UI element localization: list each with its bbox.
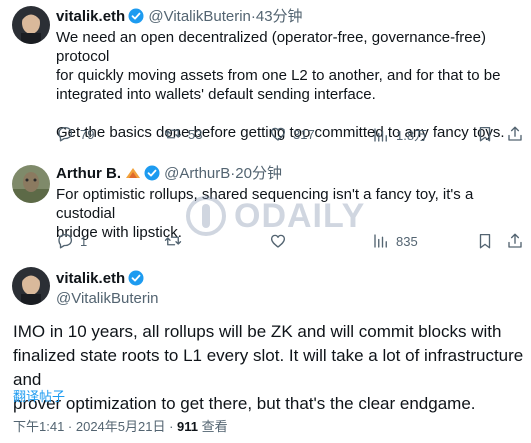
reply-icon xyxy=(56,232,74,250)
verified-badge-icon xyxy=(144,165,160,186)
bookmark-icon xyxy=(476,232,494,250)
main-tweet-text-line: prover optimization to get there, but th… xyxy=(13,394,476,413)
bookmark-icon xyxy=(476,125,494,143)
author-handle[interactable]: @ArthurB xyxy=(164,165,230,182)
bookmark-button[interactable] xyxy=(476,232,494,250)
share-icon xyxy=(506,125,524,143)
reply-button[interactable]: 79 xyxy=(56,125,94,143)
tweet-time[interactable]: 43分钟 xyxy=(256,8,303,25)
like-button[interactable]: 317 xyxy=(269,125,315,143)
main-tweet-name: vitalik.eth xyxy=(56,270,144,291)
reply-count: 1 xyxy=(80,233,88,249)
tweet-header: Arthur B. @ArthurB·20分钟 xyxy=(56,165,282,186)
avatar-vitalik[interactable] xyxy=(12,267,50,305)
views-button[interactable]: 835 xyxy=(372,232,418,250)
views-icon xyxy=(372,232,390,250)
tweet-header: vitalik.eth @VitalikButerin·43分钟 xyxy=(56,8,303,29)
reply-icon xyxy=(56,125,74,143)
tweet-text-line: We need an open decentralized (operator-… xyxy=(56,29,486,65)
main-tweet-text-line: IMO in 10 years, all rollups will be ZK … xyxy=(13,322,502,341)
translate-post-link[interactable]: 翻译帖子 xyxy=(13,386,65,405)
main-tweet-views-label: 查看 xyxy=(198,419,228,434)
tweet-text-line: for quickly moving assets from one L2 to… xyxy=(56,67,501,84)
views-button[interactable]: 1.8万 xyxy=(372,125,427,144)
emoji-icon xyxy=(125,166,141,185)
main-tweet-text: IMO in 10 years, all rollups will be ZK … xyxy=(13,320,525,416)
bookmark-button[interactable] xyxy=(476,125,494,143)
main-tweet-timestamp[interactable]: 下午1:41 · 2024年5月21日 · xyxy=(13,419,177,434)
retweet-icon xyxy=(164,125,182,143)
tweet-text-line: integrated into wallets' default sending… xyxy=(56,86,376,103)
reply-button[interactable]: 1 xyxy=(56,232,87,250)
main-tweet-views-count: 911 xyxy=(177,419,199,434)
reply-count: 79 xyxy=(80,126,95,142)
watermark-logo: ODAILY xyxy=(186,196,365,236)
watermark-text: ODAILY xyxy=(234,196,366,235)
tweet-1[interactable]: vitalik.eth @VitalikButerin·43分钟 We need… xyxy=(0,0,531,150)
like-count: 317 xyxy=(293,126,315,142)
tweet-actions: 79 53 317 1.8万 xyxy=(56,125,524,145)
main-tweet-handle: @VitalikButerin xyxy=(56,290,159,308)
author-name[interactable]: vitalik.eth xyxy=(56,270,125,287)
views-count: 1.8万 xyxy=(396,128,428,143)
main-tweet-text-line: finalized state roots to L1 every slot. … xyxy=(13,346,524,389)
share-button[interactable] xyxy=(506,232,524,250)
author-name[interactable]: Arthur B. xyxy=(56,165,121,182)
views-count: 835 xyxy=(396,233,418,249)
verified-badge-icon xyxy=(128,270,144,291)
main-tweet-meta: 下午1:41 · 2024年5月21日 · 911 查看 xyxy=(13,416,228,435)
share-icon xyxy=(506,232,524,250)
like-icon xyxy=(269,125,287,143)
retweet-button[interactable]: 53 xyxy=(164,125,202,143)
watermark-mark-icon xyxy=(186,196,226,236)
author-handle[interactable]: @VitalikButerin xyxy=(148,8,251,25)
tweet-text-line xyxy=(56,104,524,123)
verified-badge-icon xyxy=(128,8,144,29)
retweet-button[interactable] xyxy=(164,232,182,250)
author-name[interactable]: vitalik.eth xyxy=(56,8,125,25)
share-button[interactable] xyxy=(506,125,524,143)
avatar-vitalik[interactable] xyxy=(12,6,50,44)
retweet-icon xyxy=(164,232,182,250)
author-handle[interactable]: @VitalikButerin xyxy=(56,290,159,307)
retweet-count: 53 xyxy=(188,126,203,142)
avatar-arthur[interactable] xyxy=(12,165,50,203)
views-icon xyxy=(372,126,390,144)
tweet-time[interactable]: 20分钟 xyxy=(235,165,282,182)
